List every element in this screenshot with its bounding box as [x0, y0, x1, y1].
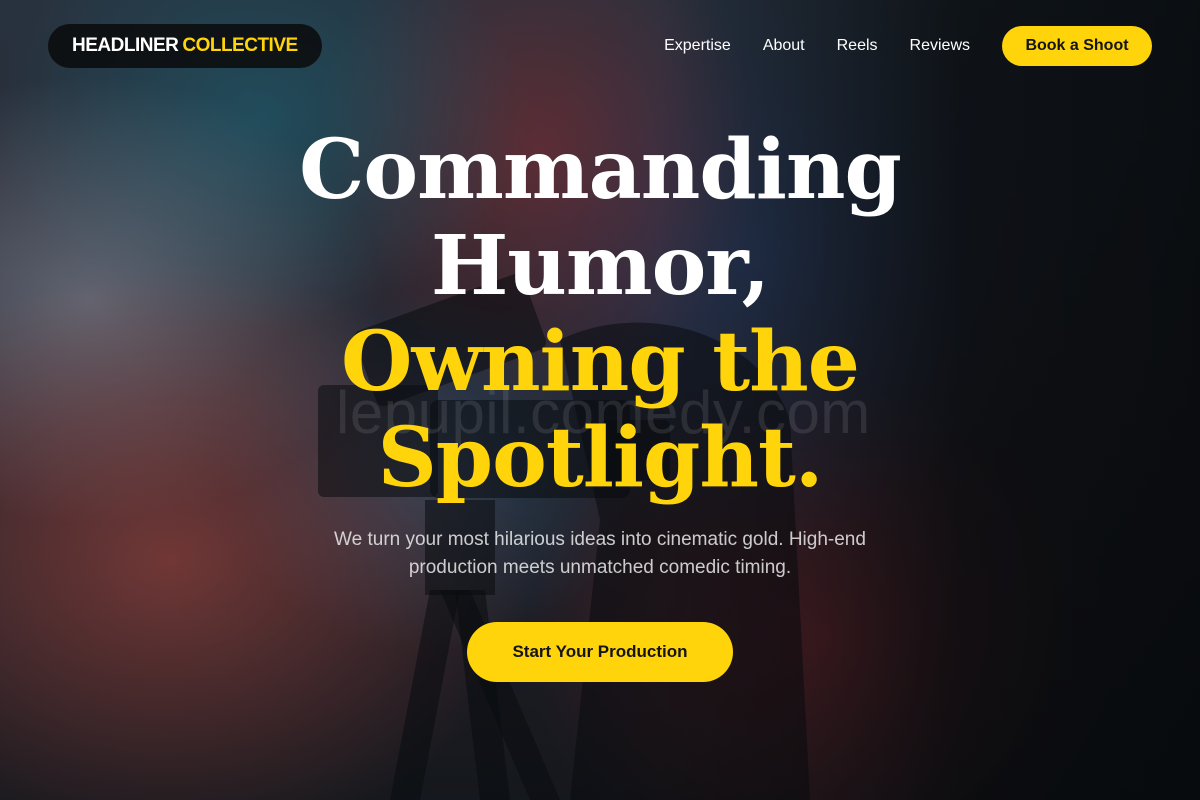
start-production-button[interactable]: Start Your Production	[467, 622, 733, 682]
headline-line-3: Owning the	[341, 314, 860, 410]
headline-line-4: Spotlight.	[377, 410, 824, 506]
nav-link-about[interactable]: About	[763, 37, 805, 55]
brand-logo[interactable]: HEADLINER COLLECTIVE	[48, 24, 322, 68]
brand-name-part1: HEADLINER	[72, 35, 179, 56]
headline-line-1: Commanding	[299, 122, 902, 218]
book-shoot-button[interactable]: Book a Shoot	[1002, 26, 1152, 66]
nav-link-reels[interactable]: Reels	[837, 37, 878, 55]
hero-headline: Commanding Humor, Owning the Spotlight.	[0, 122, 1200, 506]
nav-links: Expertise About Reels Reviews Book a Sho…	[632, 26, 1152, 66]
brand-name-part2: COLLECTIVE	[182, 35, 298, 56]
nav-link-reviews[interactable]: Reviews	[910, 37, 970, 55]
top-navbar: HEADLINER COLLECTIVE Expertise About Ree…	[48, 24, 1152, 68]
hero-subtext: We turn your most hilarious ideas into c…	[334, 529, 866, 578]
headline-line-2: Humor,	[430, 218, 770, 314]
nav-link-expertise[interactable]: Expertise	[664, 37, 731, 55]
